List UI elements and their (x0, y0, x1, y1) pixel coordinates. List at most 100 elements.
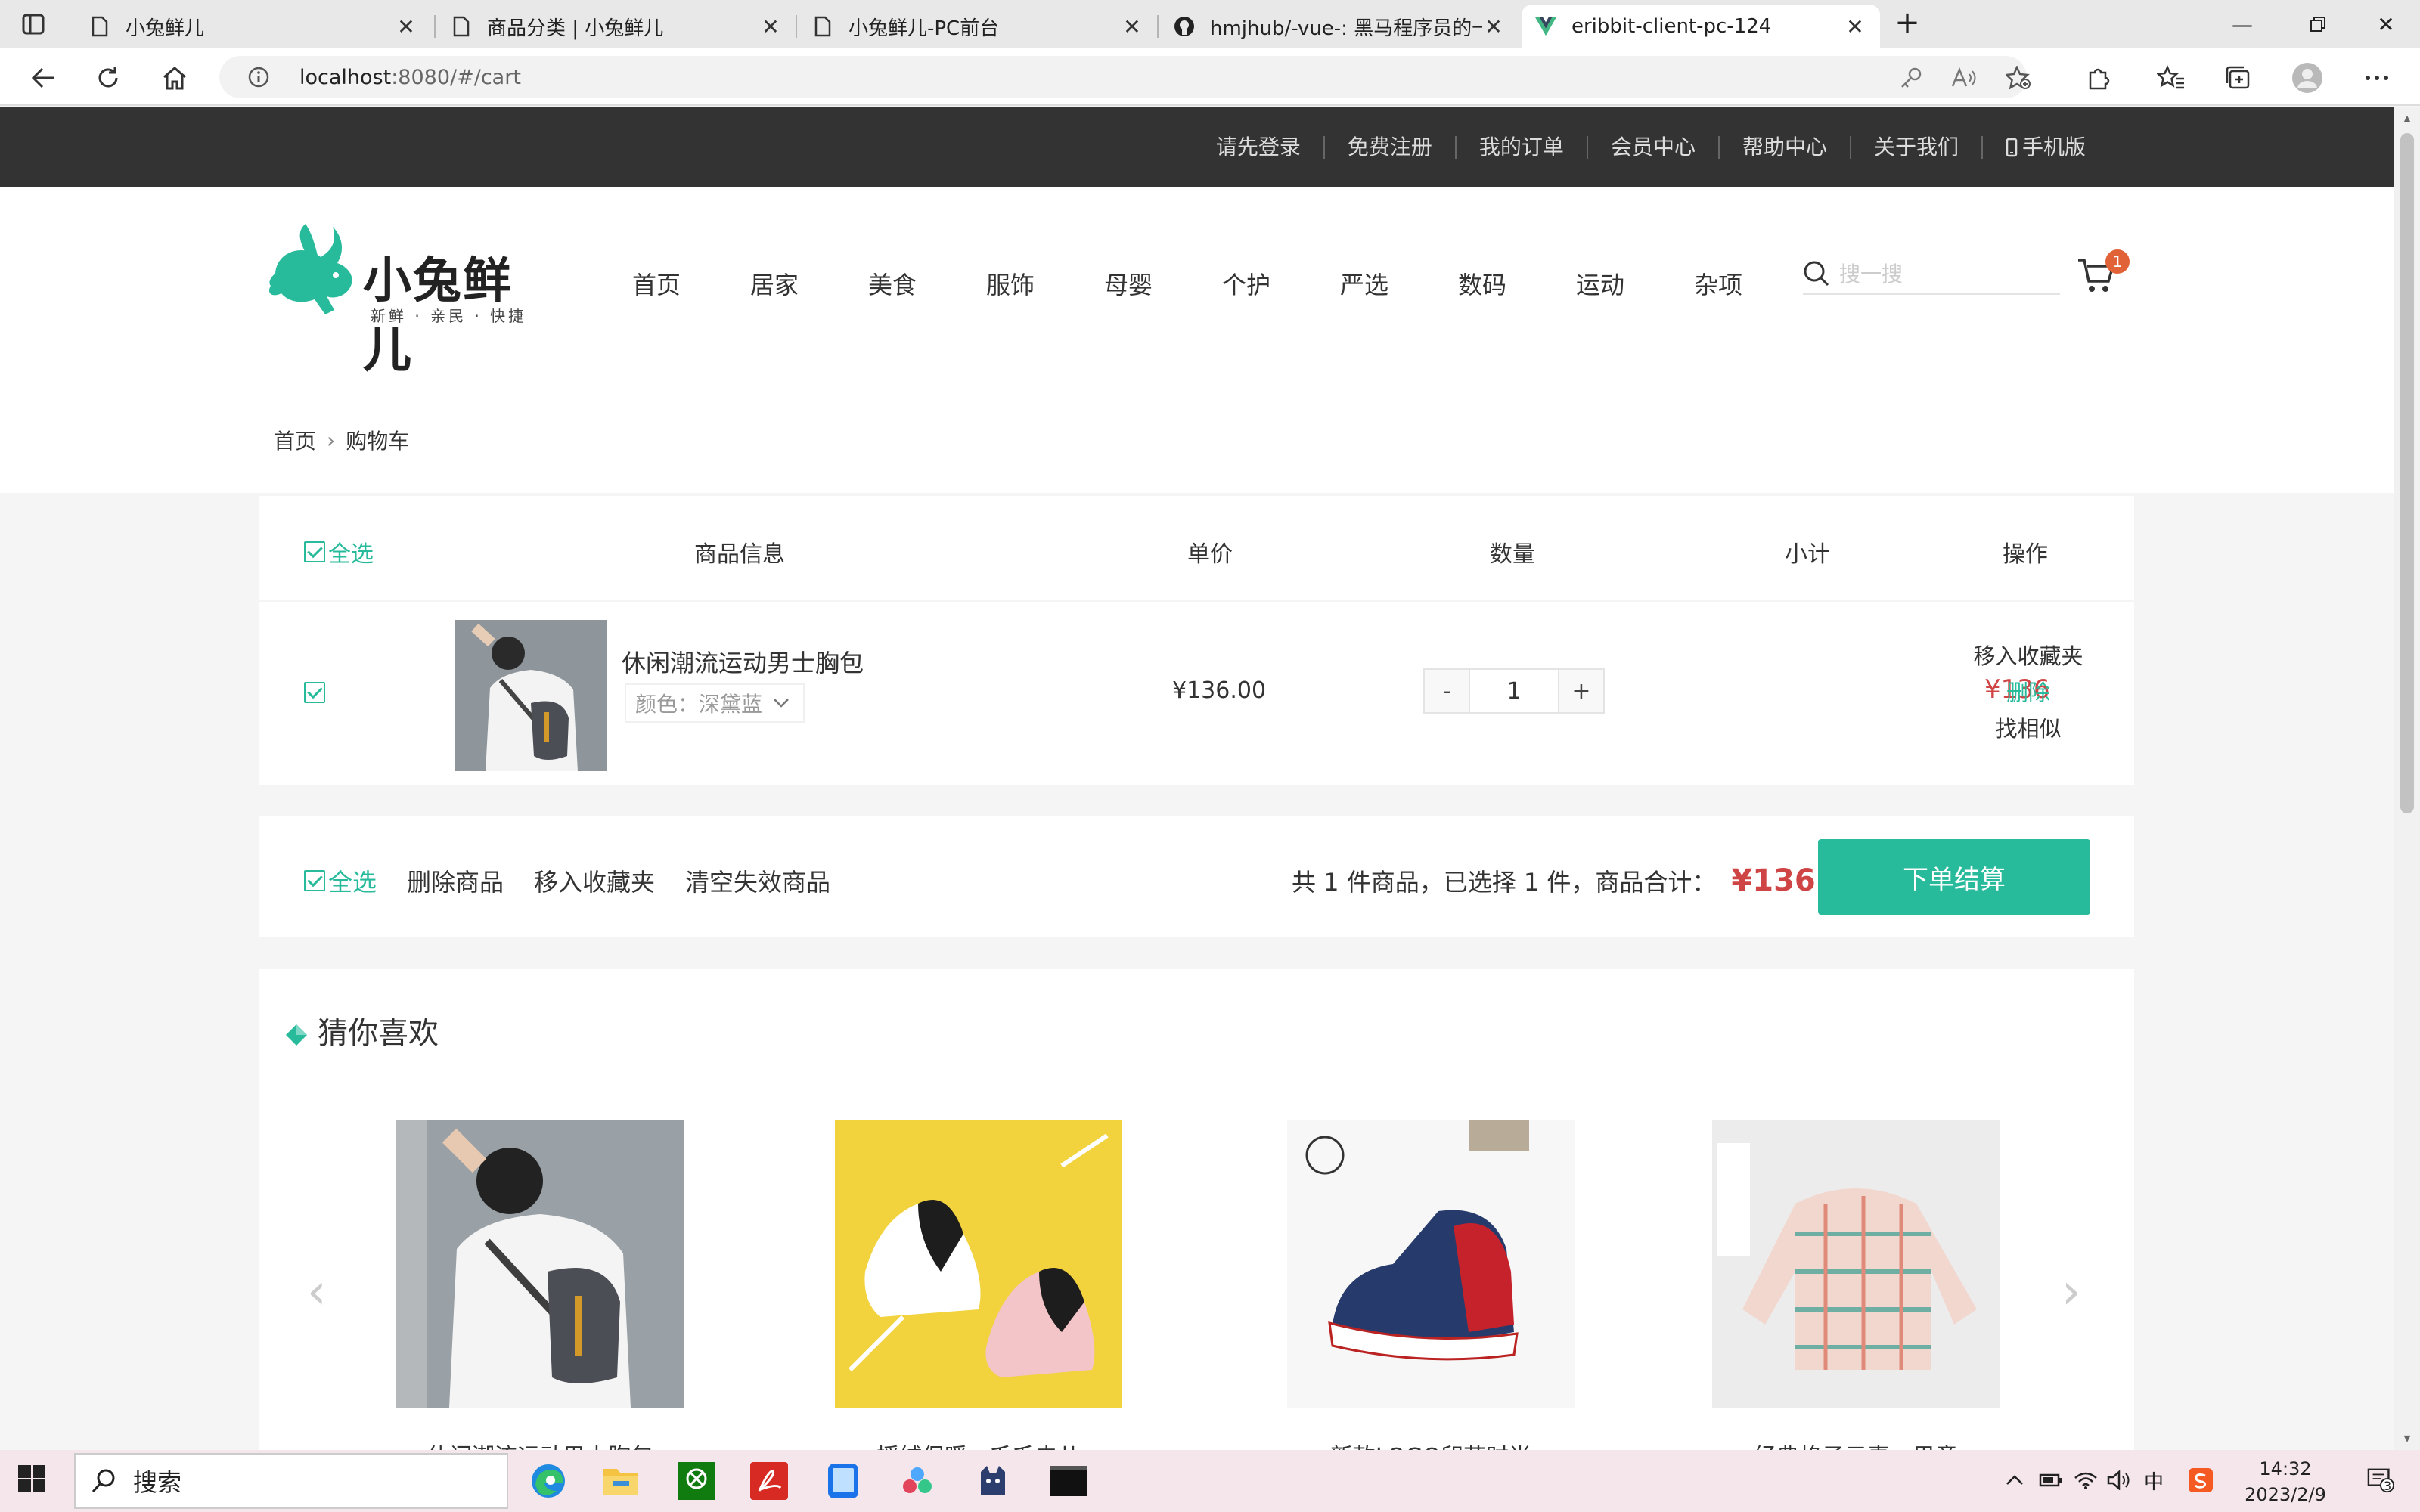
collections-icon[interactable] (2222, 62, 2254, 94)
bottom-select-all-checkbox[interactable]: 全选 (304, 863, 377, 898)
site-info-icon[interactable] (244, 66, 274, 88)
notification-icon[interactable]: 3 (2367, 1467, 2394, 1494)
product-thumbnail[interactable] (455, 620, 607, 771)
edge-browser-icon[interactable] (528, 1461, 569, 1501)
home-icon[interactable] (157, 60, 192, 95)
my-orders-link[interactable]: 我的订单 (1454, 136, 1587, 159)
nav-food[interactable]: 美食 (833, 266, 951, 301)
chevron-up-icon[interactable] (2001, 1467, 2028, 1494)
member-center-link[interactable]: 会员中心 (1586, 136, 1718, 159)
scrollbar-thumb[interactable] (2400, 133, 2414, 813)
extensions-icon[interactable] (2083, 62, 2114, 94)
site-logo[interactable]: 小兔鲜儿 新鲜 · 亲民 · 快捷 (262, 221, 557, 379)
nav-personal-care[interactable]: 个护 (1187, 266, 1305, 301)
page-icon (89, 16, 110, 37)
page-scrollbar[interactable]: ▴ ▾ (2394, 107, 2420, 1450)
nav-misc[interactable]: 杂项 (1659, 266, 1777, 301)
close-icon[interactable]: ✕ (759, 14, 782, 39)
quantity-input[interactable] (1469, 670, 1559, 712)
find-similar-link[interactable]: 找相似 (1945, 711, 2111, 747)
nav-home-living[interactable]: 居家 (715, 266, 833, 301)
carousel-next-icon[interactable]: › (2062, 1264, 2081, 1320)
delete-link[interactable]: 删除 (1945, 674, 2111, 711)
url-field[interactable]: localhost:8080/#/cart (219, 56, 2027, 98)
browser-tab-2[interactable]: 商品分类 | 小兔鲜儿 ✕ (437, 5, 796, 48)
wifi-icon[interactable] (2072, 1467, 2099, 1494)
search-input[interactable] (1839, 261, 2036, 287)
windows-start-icon[interactable] (17, 1464, 53, 1500)
product-attr-select[interactable]: 颜色：深黛蓝 (625, 683, 805, 723)
refresh-icon[interactable] (91, 60, 126, 95)
help-center-link[interactable]: 帮助中心 (1717, 136, 1850, 159)
profile-avatar[interactable] (2291, 62, 2323, 94)
checkout-button[interactable]: 下单结算 (1818, 839, 2090, 915)
recommendation-card[interactable]: 摇绒保暖，毛毛虫儿 (835, 1120, 1122, 1450)
move-to-favorites-link[interactable]: 移入收藏夹 (1945, 638, 2111, 674)
add-favorite-icon[interactable] (2006, 65, 2031, 91)
nav-selected[interactable]: 严选 (1305, 266, 1423, 301)
recommendation-name: 经典格子元素，男童 (1712, 1438, 2000, 1450)
page-icon (451, 16, 472, 37)
product-name[interactable]: 休闲潮流运动男士胸包 (622, 644, 864, 679)
close-icon[interactable]: ✕ (1121, 14, 1143, 39)
nav-sports[interactable]: 运动 (1541, 266, 1659, 301)
close-icon[interactable]: ✕ (1482, 14, 1505, 39)
about-us-link[interactable]: 关于我们 (1849, 136, 1981, 159)
carousel-prev-icon[interactable]: ‹ (307, 1264, 327, 1320)
recommendation-image (1712, 1120, 2000, 1408)
delete-selected-link[interactable]: 删除商品 (407, 863, 504, 898)
taskbar-clock[interactable]: 14:32 2023/2/9 (2232, 1456, 2338, 1507)
tab-actions-icon[interactable] (18, 11, 48, 38)
browser-tab-1[interactable]: 小兔鲜儿 ✕ (76, 5, 431, 48)
vue-icon (1535, 16, 1556, 37)
new-tab-button[interactable]: + (1891, 8, 1924, 41)
breadcrumb-home[interactable]: 首页 (274, 425, 316, 455)
browser-tab-5[interactable]: eribbit-client-pc-124 ✕ (1522, 5, 1880, 48)
recommendation-card[interactable]: 经典格子元素，男童 (1712, 1120, 2000, 1450)
read-aloud-icon[interactable] (1951, 65, 1977, 91)
recommendation-card[interactable]: 新款LOGO印花时尚 (1287, 1120, 1575, 1450)
key-icon[interactable] (1898, 65, 1924, 91)
xbox-app-icon[interactable] (676, 1461, 717, 1501)
back-icon[interactable] (26, 60, 60, 95)
cloud-drive-icon[interactable] (897, 1461, 938, 1501)
minimize-button[interactable]: — (2208, 0, 2276, 48)
scroll-down-icon[interactable]: ▾ (2399, 1430, 2415, 1447)
decrease-button[interactable]: - (1425, 670, 1469, 712)
taskbar-search[interactable]: 搜索 (74, 1453, 508, 1509)
select-all-checkbox[interactable]: 全选 (304, 535, 374, 569)
close-icon[interactable]: ✕ (1844, 14, 1866, 39)
increase-button[interactable]: + (1559, 670, 1603, 712)
browser-tab-3[interactable]: 小兔鲜儿-PC前台 ✕ (799, 5, 1157, 48)
nav-digital[interactable]: 数码 (1423, 266, 1541, 301)
browser-tab-4[interactable]: hmjhub/-vue-: 黑马程序员的一个 ✕ (1160, 5, 1519, 48)
summary-text: 共 1 件商品，已选择 1 件，商品合计： (1292, 868, 1717, 897)
cat-app-icon[interactable] (973, 1461, 1013, 1501)
ime-indicator[interactable]: 中 (2140, 1467, 2167, 1494)
search-icon[interactable] (1803, 260, 1830, 287)
clear-invalid-link[interactable]: 清空失效商品 (685, 863, 830, 898)
more-icon[interactable] (2361, 62, 2393, 94)
register-link[interactable]: 免费注册 (1323, 136, 1455, 159)
volume-icon[interactable] (2105, 1467, 2133, 1494)
terminal-icon[interactable] (1048, 1461, 1089, 1501)
close-window-button[interactable]: ✕ (2352, 0, 2420, 48)
file-explorer-icon[interactable] (600, 1461, 641, 1501)
recommendation-card[interactable]: 休闲潮流运动男士胸包 (396, 1120, 684, 1450)
mobile-version-link[interactable]: 手机版 (1981, 136, 2108, 159)
close-icon[interactable]: ✕ (395, 14, 417, 39)
nav-home[interactable]: 首页 (597, 266, 715, 301)
cart-button[interactable]: 1 (2077, 249, 2130, 301)
move-selected-to-favorites-link[interactable]: 移入收藏夹 (534, 863, 655, 898)
nav-baby[interactable]: 母婴 (1069, 266, 1187, 301)
favorites-icon[interactable] (2155, 62, 2187, 94)
scroll-up-icon[interactable]: ▴ (2399, 110, 2415, 127)
battery-icon[interactable] (2037, 1467, 2065, 1494)
item-checkbox[interactable] (304, 682, 328, 703)
login-link[interactable]: 请先登录 (1193, 136, 1323, 159)
tablet-app-icon[interactable] (823, 1461, 864, 1501)
restore-button[interactable] (2284, 0, 2352, 48)
nav-apparel[interactable]: 服饰 (951, 266, 1069, 301)
sogou-ime-icon[interactable] (2187, 1467, 2214, 1494)
pdf-reader-icon[interactable] (749, 1461, 790, 1501)
